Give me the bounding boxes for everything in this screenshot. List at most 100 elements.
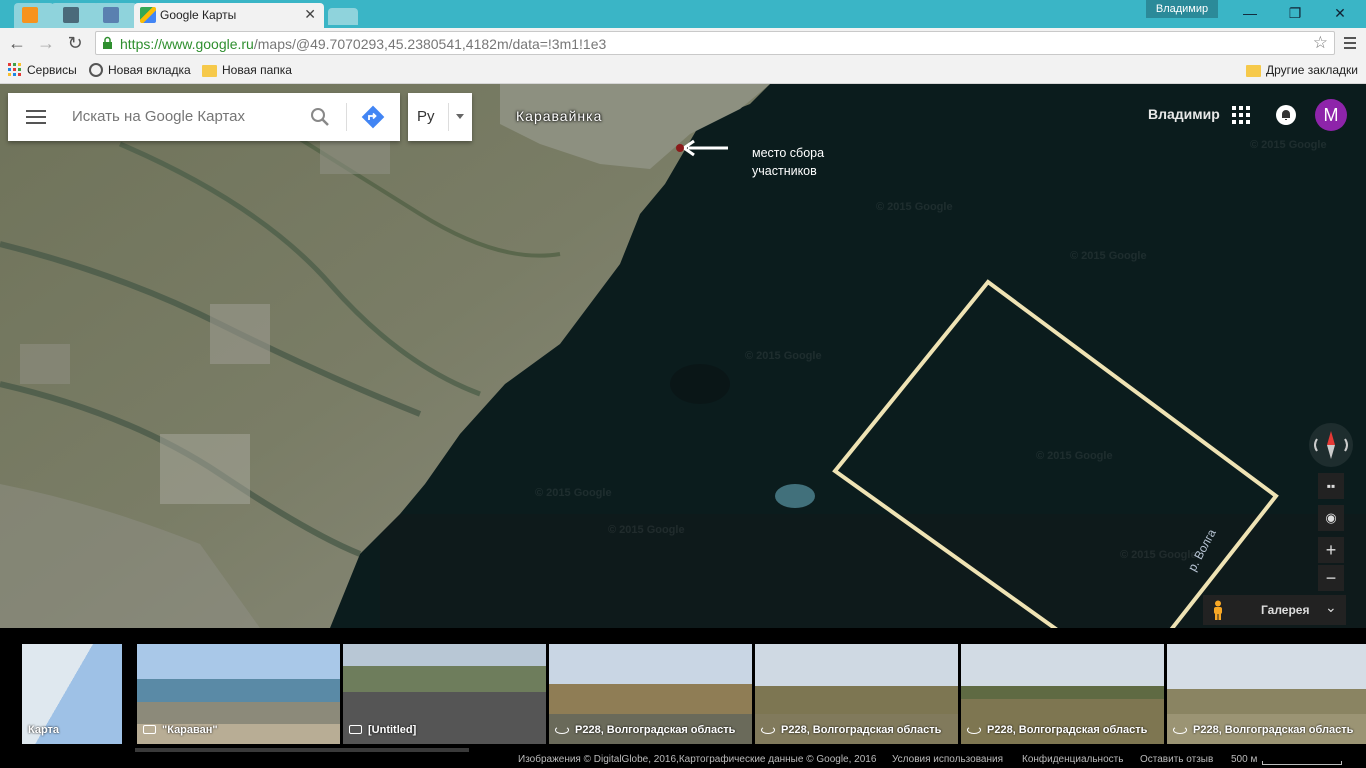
compass-icon[interactable] [1309,423,1353,467]
360-rotate-icon [555,726,569,734]
reload-icon[interactable]: ↻ [64,33,86,53]
tab-3[interactable] [93,3,137,28]
other-bookmarks[interactable]: Другие закладки [1246,63,1358,77]
address-bar[interactable]: https://www.google.ru/maps/@49.7070293,4… [95,31,1335,55]
apps-grid-icon [8,63,21,76]
annotation-text: место сбора участников [752,144,824,180]
watermark: © 2015 Google [608,524,685,536]
terms-link[interactable]: Условия использования [892,754,1003,765]
filmstrip-map-tile[interactable]: Карта [22,644,122,744]
language-divider [448,103,449,131]
360-rotate-icon [1173,726,1187,734]
notifications-bell-icon[interactable] [1276,105,1296,125]
filmstrip-photo[interactable]: [Untitled] [343,644,546,744]
thumb-caption: Карта [28,724,59,736]
thumb-caption-text: Р228, Волгоградская область [575,724,736,736]
filmstrip-photo[interactable]: "Караван" [137,644,340,744]
gallery-label: Галерея [1261,603,1310,617]
avatar[interactable]: M [1315,99,1347,131]
url-host: https://www.google.ru [120,36,254,52]
zoom-out-button[interactable]: − [1318,565,1344,591]
attribution-text: Изображения © DigitalGlobe, 2016,Картогр… [518,754,877,765]
thumb-caption-text: Карта [28,724,60,736]
bookmark-apps[interactable]: Сервисы [8,63,77,77]
zoom-in-button[interactable]: + [1318,537,1344,563]
tab-odnoklassniki[interactable] [14,3,54,28]
chevron-down-icon [456,114,464,119]
close-icon[interactable]: ✕ [304,6,316,23]
feedback-link[interactable]: Оставить отзыв [1140,754,1213,765]
restore-icon[interactable]: ❐ [1285,4,1305,22]
bookmark-label: Новая папка [222,63,292,77]
satellite-map[interactable]: © 2015 Google © 2015 Google © 2015 Googl… [0,84,1366,628]
watermark: © 2015 Google [535,487,612,499]
minimize-icon[interactable]: — [1240,4,1260,22]
filmstrip-streetview[interactable]: Р228, Волгоградская область [961,644,1164,744]
search-divider [346,103,347,131]
gallery-toggle[interactable]: Галерея ⌄ [1203,595,1346,625]
tab-title: Google Карты [160,8,237,22]
folder-icon [202,65,217,77]
chevron-down-icon: ⌄ [1325,599,1337,615]
my-location-icon[interactable]: ◉ [1318,505,1344,531]
close-window-icon[interactable]: ✕ [1330,4,1350,22]
thumb-caption-text: [Untitled] [368,724,417,736]
360-rotate-icon [761,726,775,734]
folder-icon [1246,65,1261,77]
bookmark-new-folder[interactable]: Новая папка [202,63,292,77]
place-label[interactable]: Каравайнка [516,108,602,124]
camera-icon [349,725,362,734]
map-footer: Изображения © DigitalGlobe, 2016,Картогр… [0,752,1366,768]
camera-icon [143,725,156,734]
menu-hamburger-icon[interactable] [26,110,46,124]
google-maps-icon [140,7,156,23]
search-box [8,93,400,141]
forward-arrow-icon[interactable]: → [35,33,57,53]
scale-bar [1262,761,1342,765]
watermark: © 2015 Google [1070,250,1147,262]
new-tab-button[interactable] [328,8,358,25]
watermark: © 2015 Google [745,350,822,362]
image-icon [103,7,119,23]
thumb-caption-text: Р228, Волгоградская область [781,724,942,736]
browser-toolbar: ← → ↻ https://www.google.ru/maps/@49.707… [0,28,1366,58]
privacy-link[interactable]: Конфиденциальность [1022,754,1123,765]
google-apps-icon[interactable] [1232,106,1250,124]
language-selector[interactable]: Ру [408,93,472,141]
filmstrip-streetview[interactable]: Р228, Волгоградская область [755,644,958,744]
thumb-caption-text: Р228, Волгоградская область [987,724,1148,736]
filmstrip-streetview[interactable]: Р228, Волгоградская область [549,644,752,744]
chrome-menu-icon[interactable] [1342,33,1358,53]
browser-titlebar: Google Карты ✕ Владимир — ❐ ✕ [0,0,1366,28]
annotation-line: место сбора [752,146,825,160]
search-input[interactable] [72,108,302,125]
pegman-icon[interactable] [1211,600,1225,620]
watermark: © 2015 Google [876,201,953,213]
thumb-caption: "Караван" [143,724,218,736]
watermark: © 2015 Google [1120,549,1197,561]
bookmark-label: Сервисы [27,63,77,77]
bookmark-new-tab[interactable]: Новая вкладка [89,63,191,77]
monitor-icon [63,7,79,23]
lock-icon [103,36,112,49]
bookmark-label: Новая вкладка [108,63,191,77]
bookmark-star-icon[interactable]: ☆ [1313,33,1328,53]
tab-2[interactable] [51,3,99,28]
thumb-caption: Р228, Волгоградская область [555,724,735,736]
bookmarks-bar: Сервисы Новая вкладка Новая папка Другие… [0,58,1366,84]
tab-google-maps[interactable]: Google Карты ✕ [134,3,324,28]
thumb-caption-text: "Караван" [162,724,218,736]
scale-label[interactable]: 500 м [1231,754,1257,765]
tilt-toggle-icon[interactable]: ▪▪ [1318,473,1344,499]
back-arrow-icon[interactable]: ← [6,33,28,53]
url-path: /maps/@49.7070293,45.2380541,4182m/data=… [253,36,607,52]
filmstrip-streetview[interactable]: Р228, Волгоградская область [1167,644,1366,744]
annotation-line: участников [752,164,817,178]
search-icon[interactable] [308,105,332,129]
profile-chip[interactable]: Владимир [1146,0,1218,18]
account-name[interactable]: Владимир [1148,106,1220,122]
thumb-caption: Р228, Волгоградская область [967,724,1147,736]
language-label: Ру [417,108,435,125]
directions-icon[interactable] [360,104,386,130]
watermark: © 2015 Google [1250,139,1327,151]
